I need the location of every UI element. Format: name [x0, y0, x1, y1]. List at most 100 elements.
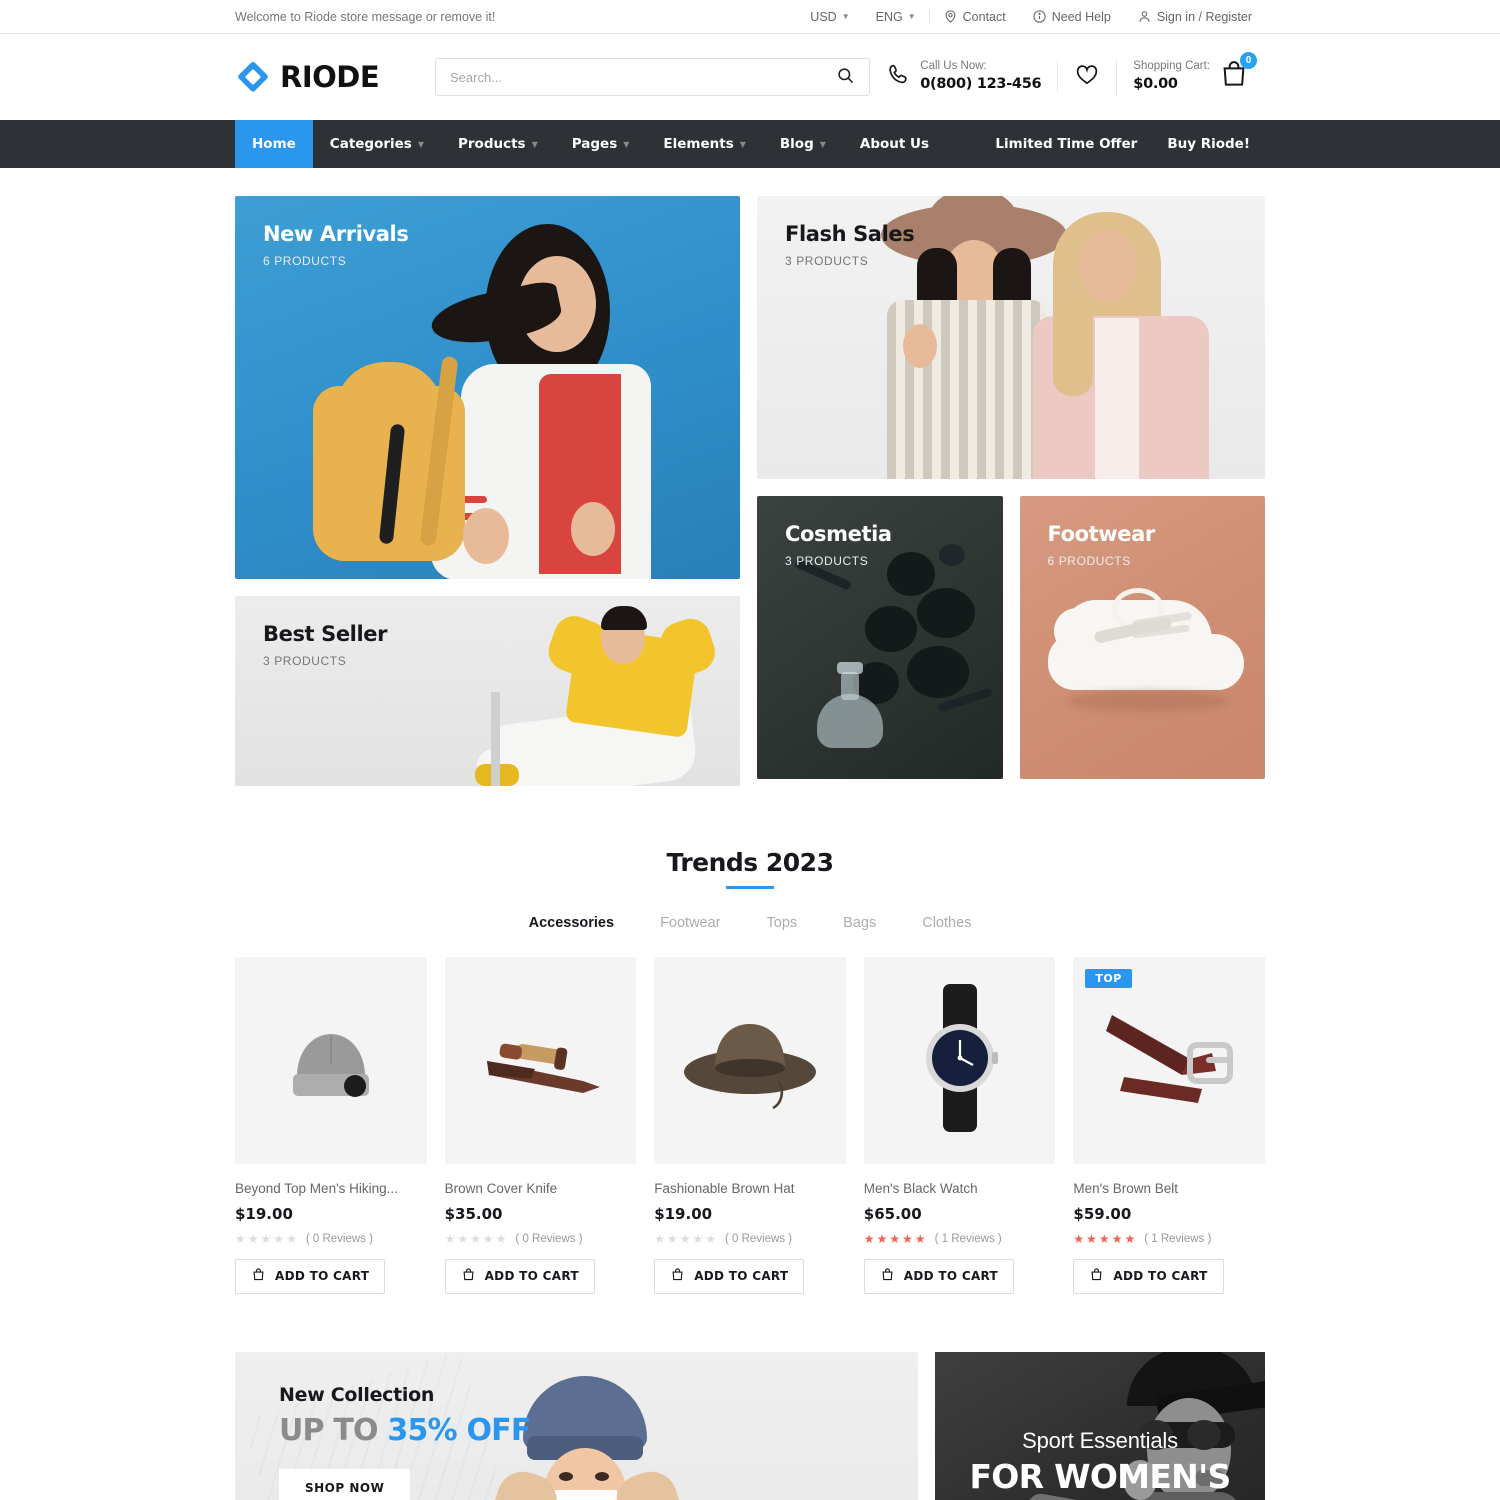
add-to-cart-button[interactable]: ADD TO CART	[235, 1258, 386, 1294]
heart-icon	[1074, 61, 1100, 92]
leather-belt-icon	[1094, 993, 1244, 1128]
cart-block[interactable]: Shopping Cart: $0.00 0	[1116, 52, 1265, 95]
user-icon	[1137, 9, 1152, 24]
logo[interactable]: RIODE	[235, 59, 435, 95]
banner-card-cosmetia[interactable]: Cosmetia 3 PRODUCTS	[757, 496, 1003, 779]
banner-text-footwear: Footwear 6 PRODUCTS	[1047, 522, 1156, 568]
product-rating: ★ ★ ★ ★ ★ ( 0 Reviews )	[654, 1232, 846, 1246]
star-rating-icon: ★ ★ ★ ★ ★	[654, 1231, 718, 1246]
add-to-cart-button[interactable]: ADD TO CART	[444, 1258, 595, 1294]
banner-text-new-arrivals: New Arrivals 6 PRODUCTS	[263, 222, 409, 268]
knife-icon	[465, 1003, 615, 1118]
chevron-down-icon: ▼	[623, 139, 630, 149]
nav-label: Elements	[663, 136, 734, 152]
product-name: Beyond Top Men's Hiking...	[235, 1181, 398, 1196]
brown-hat-icon	[675, 998, 825, 1123]
add-to-cart-label: ADD TO CART	[694, 1269, 789, 1284]
promo-subheading-accent: 35% OFF	[387, 1412, 531, 1448]
info-circle-icon	[1032, 9, 1047, 24]
product-image[interactable]	[654, 957, 846, 1164]
product-price: $35.00	[444, 1204, 503, 1223]
signin-register-link[interactable]: Sign in / Register	[1124, 9, 1265, 24]
tab-bags[interactable]: Bags	[820, 915, 899, 931]
product-card[interactable]: Men's Black Watch $65.00 ★ ★ ★ ★ ★ ( 1 Revie…	[863, 957, 1056, 1294]
nav-item-about-us[interactable]: About Us	[843, 120, 946, 168]
nav-item-products[interactable]: Products ▼	[441, 120, 555, 168]
nav-item-categories[interactable]: Categories ▼	[313, 120, 441, 168]
tab-tops[interactable]: Tops	[744, 915, 821, 931]
banner-card-new-arrivals[interactable]: New Arrivals 6 PRODUCTS	[235, 196, 740, 579]
logo-text: RIODE	[280, 60, 380, 94]
add-to-cart-button[interactable]: ADD TO CART	[1073, 1258, 1224, 1294]
add-to-cart-label: ADD TO CART	[275, 1269, 370, 1284]
language-label: ENG	[875, 9, 903, 24]
search-input[interactable]	[450, 69, 837, 85]
product-grid: Beyond Top Men's Hiking... $19.00 ★ ★ ★ ★ ★ …	[235, 957, 1265, 1294]
banner-title: Flash Sales	[785, 222, 915, 246]
nav-item-limited-time-offer[interactable]: Limited Time Offer	[980, 120, 1152, 168]
banner-title: New Arrivals	[263, 222, 409, 246]
banner-count: 3 PRODUCTS	[785, 554, 869, 569]
chevron-down-icon: ▼	[907, 12, 916, 21]
need-help-link[interactable]: Need Help	[1019, 9, 1124, 24]
add-to-cart-button[interactable]: ADD TO CART	[654, 1258, 805, 1294]
banner-text-flash-sales: Flash Sales 3 PRODUCTS	[785, 222, 915, 269]
banner-count: 3 PRODUCTS	[785, 254, 869, 269]
add-to-cart-button[interactable]: ADD TO CART	[863, 1258, 1015, 1294]
nav-item-pages[interactable]: Pages ▼	[555, 120, 647, 168]
title-underline	[726, 886, 774, 889]
wishlist-button[interactable]	[1057, 61, 1116, 93]
product-image[interactable]	[863, 957, 1056, 1164]
need-help-label: Need Help	[1051, 9, 1111, 24]
nav-item-home[interactable]: Home	[235, 120, 313, 168]
trends-section: Trends 2023 Accessories Footwear Tops Ba…	[0, 786, 1500, 1294]
banner-card-best-seller[interactable]: Best Seller 3 PRODUCTS	[235, 596, 740, 786]
banner-card-flash-sales[interactable]: Flash Sales 3 PRODUCTS	[757, 196, 1265, 479]
product-card[interactable]: Beyond Top Men's Hiking... $19.00 ★ ★ ★ ★ ★ …	[235, 957, 427, 1294]
search-button[interactable]	[836, 66, 855, 88]
header-actions: Call Us Now: 0(800) 123-456 Shopping Car…	[870, 52, 1265, 95]
product-price: $65.00	[863, 1204, 922, 1223]
product-image[interactable]	[235, 957, 427, 1164]
banner-text-cosmetia: Cosmetia 3 PRODUCTS	[785, 522, 892, 568]
nav-item-buy-riode[interactable]: Buy Riode!	[1152, 120, 1265, 168]
chevron-down-icon: ▼	[417, 139, 424, 149]
call-us-block[interactable]: Call Us Now: 0(800) 123-456	[870, 59, 1057, 94]
tab-accessories[interactable]: Accessories	[506, 915, 637, 931]
nav-item-elements[interactable]: Elements ▼	[646, 120, 762, 168]
product-image[interactable]	[444, 957, 637, 1164]
star-rating-icon: ★ ★ ★ ★ ★	[444, 1231, 508, 1246]
product-card[interactable]: TOP Men's Brown Belt $59.00 ★ ★ ★ ★ ★ (…	[1073, 957, 1265, 1294]
nav-label: Home	[252, 136, 296, 152]
nav-item-blog[interactable]: Blog ▼	[763, 120, 843, 168]
banner-title: Cosmetia	[785, 522, 892, 546]
promo-text-new-collection: New Collection UP TO 35% OFF SHOP NOW	[279, 1384, 531, 1500]
product-name: Men's Black Watch	[863, 1181, 978, 1196]
section-title: Trends 2023	[666, 848, 834, 877]
nav-label: Blog	[779, 136, 814, 152]
promo-banner-new-collection[interactable]: New Collection UP TO 35% OFF SHOP NOW	[235, 1351, 918, 1500]
nav-label: About Us	[859, 136, 930, 152]
language-selector[interactable]: ENG ▼	[863, 10, 929, 24]
welcome-message: Welcome to Riode store message or remove…	[235, 9, 496, 24]
nav-label: Products	[458, 136, 526, 152]
account-label: Sign in / Register	[1156, 9, 1252, 24]
promo-banner-sport-essentials[interactable]: Sport Essentials FOR WOMEN'S SHOP NOW	[935, 1351, 1265, 1500]
currency-selector[interactable]: USD ▼	[797, 10, 862, 24]
banner-card-footwear[interactable]: Footwear 6 PRODUCTS	[1019, 496, 1265, 779]
product-price: $19.00	[654, 1204, 713, 1223]
product-image[interactable]: TOP	[1073, 957, 1265, 1164]
banner-title: Footwear	[1047, 522, 1156, 546]
product-rating: ★ ★ ★ ★ ★ ( 0 Reviews )	[445, 1232, 637, 1246]
product-card[interactable]: Brown Cover Knife $35.00 ★ ★ ★ ★ ★ ( 0 Revie…	[444, 957, 637, 1294]
product-name: Brown Cover Knife	[444, 1181, 558, 1196]
review-count: ( 0 Reviews )	[515, 1232, 583, 1245]
tab-footwear[interactable]: Footwear	[637, 915, 743, 931]
product-rating: ★ ★ ★ ★ ★ ( 0 Reviews )	[235, 1232, 427, 1246]
site-header: RIODE Search... Call Us Now: 0(800) 123-…	[0, 34, 1500, 120]
product-card[interactable]: Fashionable Brown Hat $19.00 ★ ★ ★ ★ ★ ( 0 R…	[654, 957, 846, 1294]
contact-link[interactable]: Contact	[928, 9, 1019, 24]
tab-clothes[interactable]: Clothes	[899, 915, 994, 931]
search-box[interactable]	[435, 58, 871, 96]
shop-now-button[interactable]: SHOP NOW	[279, 1468, 411, 1500]
